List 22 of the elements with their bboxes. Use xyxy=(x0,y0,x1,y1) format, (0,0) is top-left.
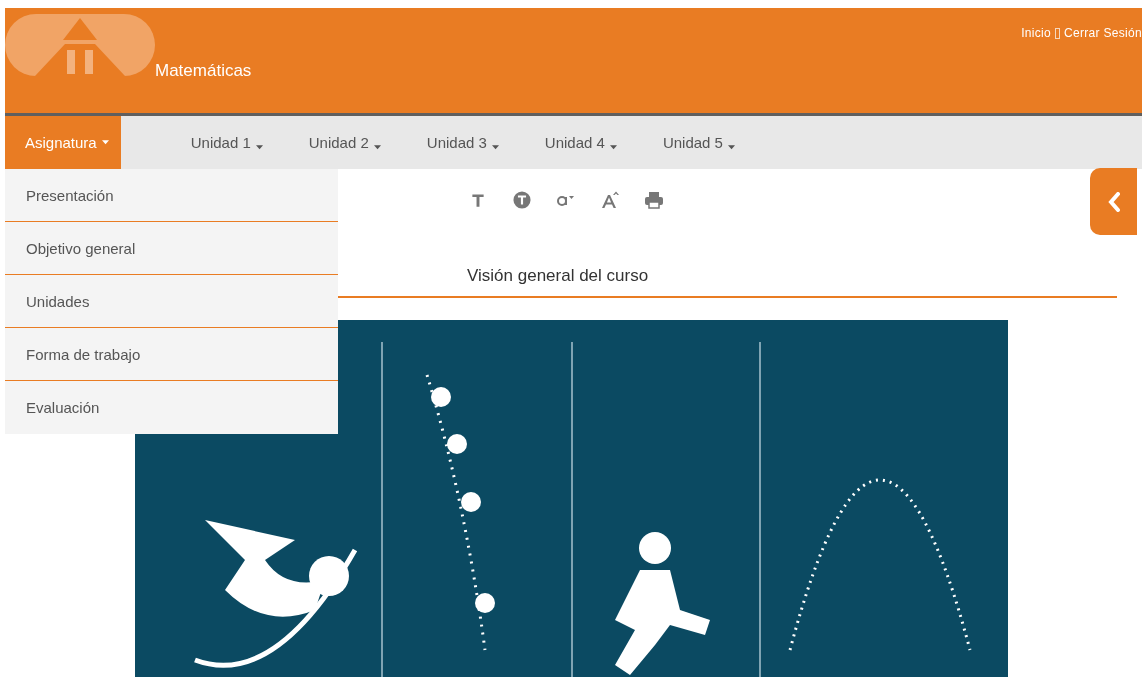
chevron-left-icon xyxy=(1107,191,1120,212)
menu-item[interactable]: Objetivo general xyxy=(5,222,338,275)
nav-tab[interactable]: Unidad 3 xyxy=(418,116,507,169)
caret-icon xyxy=(727,145,735,150)
print-icon[interactable] xyxy=(644,191,664,209)
caret-icon xyxy=(609,145,617,150)
menu-item[interactable]: Presentación xyxy=(5,169,338,222)
nav-tab[interactable]: Unidad 4 xyxy=(536,116,625,169)
caret-icon xyxy=(101,140,109,145)
text-circle-icon[interactable] xyxy=(512,191,532,209)
nav-tab[interactable]: Unidad 5 xyxy=(654,116,743,169)
collapse-tab[interactable] xyxy=(1090,168,1137,235)
site-title: Matemáticas xyxy=(155,61,253,81)
separator-icon xyxy=(1055,27,1061,39)
nav-tab[interactable]: Unidad 2 xyxy=(300,116,389,169)
caret-icon xyxy=(491,145,499,150)
menu-item[interactable]: Unidades xyxy=(5,275,338,328)
font-increase-icon[interactable] xyxy=(600,191,620,209)
nav-tab[interactable]: Unidad 1 xyxy=(182,116,271,169)
menu-item[interactable]: Evaluación xyxy=(5,381,338,434)
caret-icon xyxy=(255,145,263,150)
caret-icon xyxy=(373,145,381,150)
